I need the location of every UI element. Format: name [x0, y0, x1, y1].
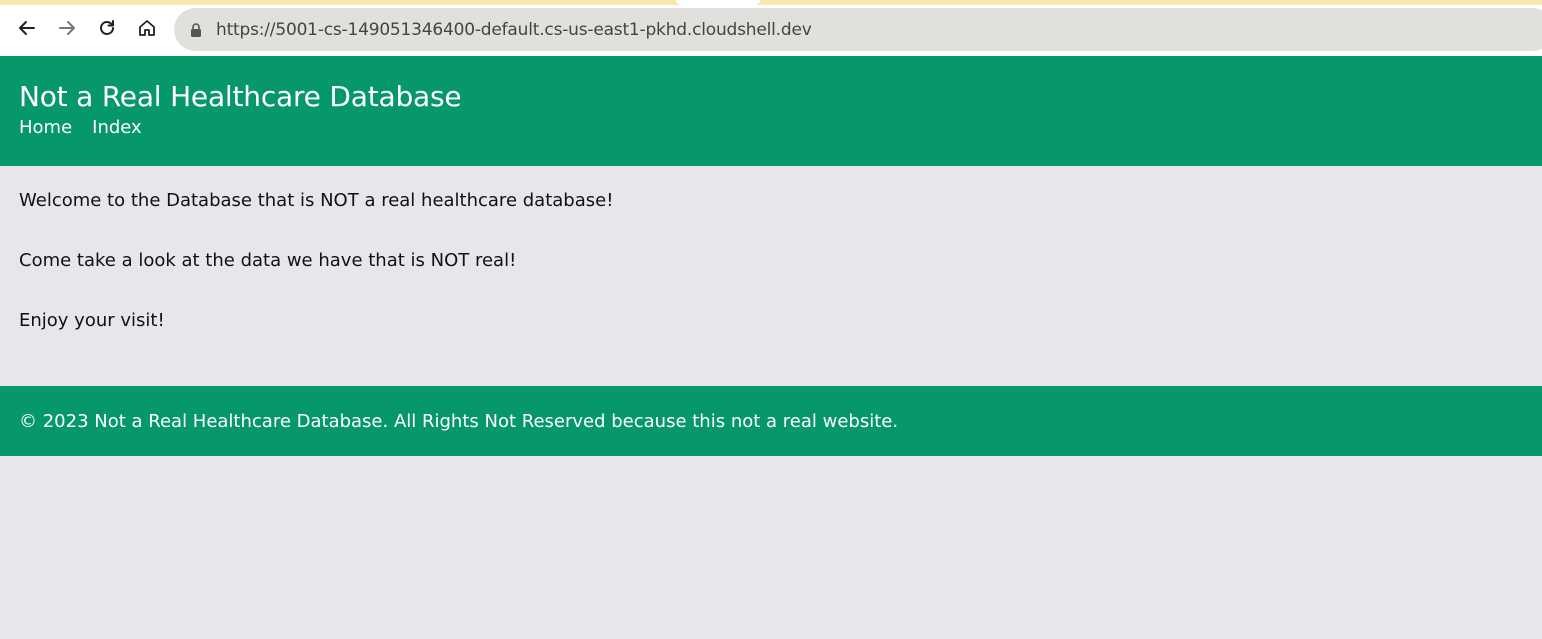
forward-arrow-icon [59, 21, 75, 35]
invite-paragraph: Come take a look at the data we have tha… [19, 250, 517, 271]
footer-text: © 2023 Not a Real Healthcare Database. A… [19, 410, 899, 432]
reload-button[interactable] [92, 13, 122, 43]
tab-strip [0, 0, 1542, 5]
main-content: Welcome to the Database that is NOT a re… [19, 186, 1519, 366]
browser-toolbar: https://5001-cs-149051346400-default.cs-… [0, 0, 1542, 56]
site-footer: © 2023 Not a Real Healthcare Database. A… [0, 386, 1542, 456]
site-header: Not a Real Healthcare Database Home Inde… [0, 56, 1542, 166]
url-text[interactable]: https://5001-cs-149051346400-default.cs-… [216, 20, 812, 40]
home-button[interactable] [132, 13, 162, 43]
site-title: Not a Real Healthcare Database [19, 80, 462, 113]
lock-icon[interactable] [190, 22, 202, 37]
welcome-paragraph: Welcome to the Database that is NOT a re… [19, 190, 614, 211]
nav-link-index[interactable]: Index [92, 116, 142, 140]
nav-link-home[interactable]: Home [19, 116, 72, 140]
site-nav: Home Index [19, 116, 1542, 140]
address-bar[interactable]: https://5001-cs-149051346400-default.cs-… [174, 8, 1542, 51]
home-icon [139, 20, 155, 36]
enjoy-paragraph: Enjoy your visit! [19, 310, 165, 331]
back-button[interactable] [12, 13, 42, 43]
reload-icon [100, 20, 114, 35]
back-arrow-icon [19, 21, 35, 35]
forward-button[interactable] [52, 13, 82, 43]
